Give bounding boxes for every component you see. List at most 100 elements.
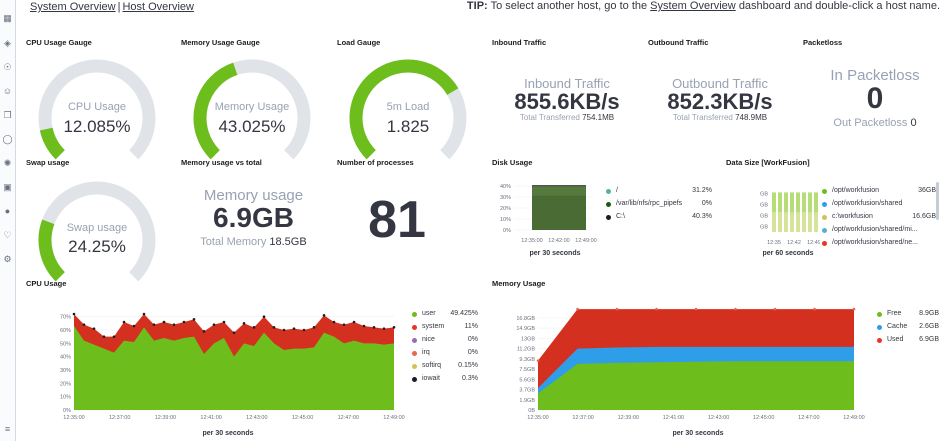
series-point[interactable] xyxy=(82,323,86,326)
legend-name: irq xyxy=(422,349,430,356)
legend-value: 31.2% xyxy=(692,187,712,194)
y-tick-label: 16.8GB xyxy=(516,316,535,322)
mem-total-value: 6.9GB xyxy=(213,202,294,233)
series-point[interactable] xyxy=(372,326,376,329)
legend-item[interactable]: Free 8.9GB xyxy=(877,310,939,320)
series-point[interactable] xyxy=(852,307,856,311)
legend-item[interactable]: irq 0% xyxy=(412,349,478,359)
legend-value: 11% xyxy=(464,323,479,330)
legend-item[interactable]: softirq 0.15% xyxy=(412,362,478,372)
series-point[interactable] xyxy=(232,331,236,334)
legend-item[interactable]: user 49.425% xyxy=(412,310,478,320)
legend-swatch xyxy=(412,338,417,343)
series-point[interactable] xyxy=(332,320,336,324)
series-point[interactable] xyxy=(262,315,266,318)
series-point[interactable] xyxy=(694,307,698,311)
series-point[interactable] xyxy=(655,307,658,311)
series-point[interactable] xyxy=(813,307,816,311)
legend-swatch xyxy=(412,364,417,369)
x-tick-label: 12:35:00 xyxy=(527,415,548,421)
series-point[interactable] xyxy=(162,320,166,324)
legend-item[interactable]: Cache 2.6GB xyxy=(877,323,939,333)
series-point[interactable] xyxy=(212,323,216,326)
load-gauge-value: 1.825 xyxy=(386,117,430,136)
datasize-legend-scrollbar[interactable] xyxy=(936,182,939,220)
series-point[interactable] xyxy=(92,327,96,330)
legend-value: 2.6GB xyxy=(919,323,939,330)
y-tick-label: 14.9GB xyxy=(516,326,535,332)
series-point[interactable] xyxy=(576,307,579,311)
series-point[interactable] xyxy=(282,328,286,332)
series-point[interactable] xyxy=(182,320,186,324)
legend-name: Used xyxy=(887,336,904,343)
inbound-value: 855.6KB/s xyxy=(514,89,620,114)
legend-value: 0% xyxy=(701,200,712,207)
legend-item[interactable]: / 31.2% xyxy=(606,187,712,197)
legend-item[interactable]: /opt/workfusion 36GB xyxy=(822,187,936,197)
y-tick-label: 10% xyxy=(60,395,71,401)
series-point[interactable] xyxy=(392,326,396,329)
outbound-value: 852.3KB/s xyxy=(667,89,773,114)
legend-item[interactable]: C:\ 40.3% xyxy=(606,213,712,223)
series-point[interactable] xyxy=(132,324,136,328)
series-point[interactable] xyxy=(112,335,116,338)
series-point[interactable] xyxy=(382,327,386,330)
legend-item[interactable]: /opt/workfusion/shared/mi... xyxy=(822,226,936,236)
series-point[interactable] xyxy=(192,318,196,321)
series-point[interactable] xyxy=(362,324,366,328)
series-point[interactable] xyxy=(202,330,206,333)
legend-item[interactable]: c:\workfusion 16.6GB xyxy=(822,213,936,223)
y-tick-label: 9.3GB xyxy=(519,357,535,363)
series-point[interactable] xyxy=(536,359,540,362)
series-point[interactable] xyxy=(272,326,276,329)
legend-item[interactable]: nice 0% xyxy=(412,336,478,346)
legend-item[interactable]: iowait 0.3% xyxy=(412,375,478,385)
legend-item[interactable]: /opt/workfusion/shared xyxy=(822,200,936,210)
processes-value: 81 xyxy=(368,191,426,249)
swap-title: Swap usage xyxy=(26,158,70,167)
series-point[interactable] xyxy=(734,307,737,311)
x-tick-label: 12:43:00 xyxy=(246,415,267,421)
x-tick-label: 12:42 xyxy=(787,240,801,246)
y-tick-label: 32.6GB xyxy=(760,192,768,198)
series-point[interactable] xyxy=(312,326,316,329)
y-tick-label: 23.3GB xyxy=(760,203,768,209)
mem-gauge-label: Memory Usage xyxy=(214,101,290,113)
series-point[interactable] xyxy=(615,307,619,311)
legend-value: 8.9GB xyxy=(919,310,939,317)
series-point[interactable] xyxy=(222,320,226,324)
series-point[interactable] xyxy=(342,323,346,326)
legend-item[interactable]: system 11% xyxy=(412,323,478,333)
packetloss-out: Out Packetloss 0 xyxy=(800,117,944,129)
y-tick-label: 20% xyxy=(60,381,71,387)
legend-swatch xyxy=(412,351,417,356)
series-point[interactable] xyxy=(152,323,156,326)
y-tick-label: 10% xyxy=(500,217,511,223)
legend-swatch xyxy=(877,312,882,317)
datasize-bar-segment xyxy=(796,212,800,232)
legend-name: iowait xyxy=(422,375,440,382)
mem-total-sub-value: 18.5GB xyxy=(269,236,307,248)
legend-swatch xyxy=(606,189,611,194)
series-point[interactable] xyxy=(122,320,126,324)
disk-chart: 0% 10% 20% 30% 40% 12:35:00 12:42:00 12:49:00 xyxy=(500,184,597,244)
series-point[interactable] xyxy=(292,327,296,330)
legend-item[interactable]: /var/lib/nfs/rpc_pipefs 0% xyxy=(606,200,712,210)
legend-item[interactable]: /opt/workfusion/shared/ne... xyxy=(822,239,936,249)
series-point[interactable] xyxy=(252,326,256,329)
series-point[interactable] xyxy=(72,312,76,316)
series-point[interactable] xyxy=(322,314,326,317)
datasize-legend: /opt/workfusion 36GB/opt/workfusion/share… xyxy=(822,187,936,263)
series-point[interactable] xyxy=(102,335,106,338)
series-point[interactable] xyxy=(142,312,146,316)
x-tick-label: 12:35:00 xyxy=(63,415,84,421)
series-point[interactable] xyxy=(352,320,356,324)
series-point[interactable] xyxy=(172,323,176,326)
series-point[interactable] xyxy=(773,307,777,311)
mem-total-title: Memory usage vs total xyxy=(181,158,262,167)
y-tick-label: 11.2GB xyxy=(517,347,536,353)
legend-name: /var/lib/nfs/rpc_pipefs xyxy=(616,200,683,207)
series-point[interactable] xyxy=(242,322,246,325)
series-point[interactable] xyxy=(302,328,306,332)
legend-item[interactable]: Used 6.9GB xyxy=(877,336,939,346)
